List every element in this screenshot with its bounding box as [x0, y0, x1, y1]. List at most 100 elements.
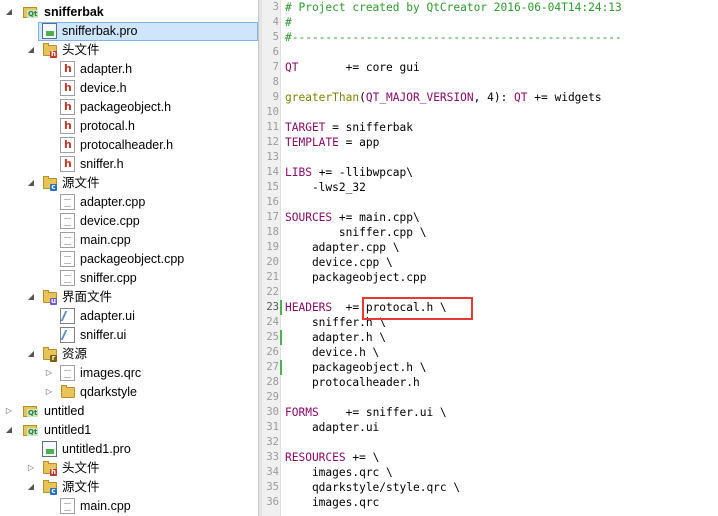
- tree-item[interactable]: untitled1.pro: [0, 440, 258, 459]
- tree-item[interactable]: ▷ untitled: [0, 402, 258, 421]
- expanded-arrow-icon[interactable]: ◢: [4, 7, 14, 17]
- header-file-icon: [60, 61, 75, 77]
- qrc-file-icon: [60, 365, 75, 381]
- code-line[interactable]: #: [285, 15, 292, 30]
- header-file-icon: [60, 80, 75, 96]
- header-file-icon: [60, 118, 75, 134]
- code-line[interactable]: #---------------------------------------…: [285, 30, 622, 45]
- code-line[interactable]: device.h \: [285, 345, 379, 360]
- collapsed-arrow-icon[interactable]: ▷: [26, 463, 36, 473]
- cpp-file-icon: [60, 232, 75, 248]
- expanded-arrow-icon[interactable]: ◢: [26, 45, 36, 55]
- expanded-arrow-icon[interactable]: ◢: [26, 292, 36, 302]
- code-line[interactable]: sniffer.cpp \: [285, 225, 427, 240]
- tree-item[interactable]: ◢ c 源文件: [0, 174, 258, 193]
- collapsed-arrow-icon[interactable]: ▷: [44, 387, 54, 397]
- code-line[interactable]: images.qrc \: [285, 465, 393, 480]
- code-line[interactable]: images.qrc: [285, 495, 379, 510]
- code-editor[interactable]: 3 4 5 6 7 8 9 10 11 12 13 14 15 16 17 18 19 20 21 22 23 24 25 2…: [262, 0, 718, 516]
- tree-item[interactable]: snifferbak.pro: [0, 22, 258, 41]
- tree-item-label: adapter.ui: [80, 309, 135, 323]
- code-line[interactable]: TEMPLATE = app: [285, 135, 379, 150]
- line-number: 21: [266, 271, 279, 283]
- line-number: 34: [266, 466, 279, 478]
- expanded-arrow-icon[interactable]: ◢: [26, 178, 36, 188]
- line-number: 6: [272, 46, 279, 58]
- code-line[interactable]: adapter.ui: [285, 420, 379, 435]
- line-number: 13: [266, 151, 279, 163]
- header-file-icon: [60, 137, 75, 153]
- tree-item-label: protocal.h: [80, 119, 135, 133]
- code-line[interactable]: qdarkstyle/style.qrc \: [285, 480, 460, 495]
- cpp-file-icon: [60, 213, 75, 229]
- tree-item[interactable]: device.h: [0, 79, 258, 98]
- tree-item[interactable]: main.cpp: [0, 497, 258, 516]
- line-number: 31: [266, 421, 279, 433]
- code-line[interactable]: packageobject.h \: [285, 360, 427, 375]
- code-line[interactable]: FORMS += sniffer.ui \: [285, 405, 447, 420]
- code-line[interactable]: packageobject.cpp: [285, 270, 427, 285]
- code-line[interactable]: device.cpp \: [285, 255, 393, 270]
- line-number: 26: [266, 346, 279, 358]
- tree-item[interactable]: protocal.h: [0, 117, 258, 136]
- tree-item[interactable]: packageobject.cpp: [0, 250, 258, 269]
- tree-item[interactable]: ◢ untitled1: [0, 421, 258, 440]
- code-line[interactable]: sniffer.h \: [285, 315, 386, 330]
- code-line[interactable]: adapter.cpp \: [285, 240, 400, 255]
- tree-item[interactable]: ◢ snifferbak: [0, 3, 258, 22]
- tree-item[interactable]: adapter.h: [0, 60, 258, 79]
- line-number: 14: [266, 166, 279, 178]
- code-line[interactable]: RESOURCES += \: [285, 450, 379, 465]
- line-number: 27: [266, 361, 279, 373]
- code-line[interactable]: -lws2_32: [285, 180, 366, 195]
- cpp-file-icon: [60, 498, 75, 514]
- headers-folder-icon: h: [42, 460, 57, 476]
- line-number: 12: [266, 136, 279, 148]
- expanded-arrow-icon[interactable]: ◢: [26, 482, 36, 492]
- code-line[interactable]: greaterThan(QT_MAJOR_VERSION, 4): QT += …: [285, 90, 602, 105]
- tree-item-label: 界面文件: [62, 290, 113, 304]
- tree-item[interactable]: device.cpp: [0, 212, 258, 231]
- tree-item[interactable]: main.cpp: [0, 231, 258, 250]
- line-number: 16: [266, 196, 279, 208]
- code-line[interactable]: # Project created by QtCreator 2016-06-0…: [285, 0, 622, 15]
- code-line[interactable]: protocalheader.h: [285, 375, 420, 390]
- tree-item[interactable]: sniffer.ui: [0, 326, 258, 345]
- code-line[interactable]: HEADERS += protocal.h \: [285, 300, 447, 315]
- line-number: 15: [266, 181, 279, 193]
- tree-item[interactable]: ◢ h 头文件: [0, 41, 258, 60]
- tree-item[interactable]: ▷ qdarkstyle: [0, 383, 258, 402]
- tree-item[interactable]: adapter.cpp: [0, 193, 258, 212]
- tree-item-label: main.cpp: [80, 233, 131, 247]
- expanded-arrow-icon[interactable]: ◢: [26, 349, 36, 359]
- tree-item[interactable]: sniffer.h: [0, 155, 258, 174]
- tree-item-label: snifferbak: [44, 5, 104, 19]
- tree-item[interactable]: packageobject.h: [0, 98, 258, 117]
- collapsed-arrow-icon[interactable]: ▷: [44, 368, 54, 378]
- tree-item-label: 头文件: [62, 461, 100, 475]
- tree-item[interactable]: ▷ h 头文件: [0, 459, 258, 478]
- code-line[interactable]: TARGET = snifferbak: [285, 120, 413, 135]
- tree-item[interactable]: adapter.ui: [0, 307, 258, 326]
- tree-item[interactable]: protocalheader.h: [0, 136, 258, 155]
- line-number: 23: [266, 301, 279, 313]
- line-number: 17: [266, 211, 279, 223]
- line-number: 35: [266, 481, 279, 493]
- tree-item[interactable]: ◢ r 资源: [0, 345, 258, 364]
- line-number: 33: [266, 451, 279, 463]
- tree-item[interactable]: sniffer.cpp: [0, 269, 258, 288]
- collapsed-arrow-icon[interactable]: ▷: [4, 406, 14, 416]
- line-number: 28: [266, 376, 279, 388]
- tree-item-label: 源文件: [62, 480, 100, 494]
- code-line[interactable]: SOURCES += main.cpp\: [285, 210, 420, 225]
- code-line[interactable]: QT += core gui: [285, 60, 420, 75]
- expanded-arrow-icon[interactable]: ◢: [4, 425, 14, 435]
- tree-item[interactable]: ▷ images.qrc: [0, 364, 258, 383]
- tree-item[interactable]: ◢ c 源文件: [0, 478, 258, 497]
- tree-item[interactable]: ◢ u 界面文件: [0, 288, 258, 307]
- code-line[interactable]: LIBS += -llibwpcap\: [285, 165, 413, 180]
- line-number: 30: [266, 406, 279, 418]
- project-tree[interactable]: ◢ snifferbak snifferbak.pro ◢ h 头文件 adapter.h d…: [0, 0, 258, 516]
- cpp-file-icon: [60, 194, 75, 210]
- code-line[interactable]: adapter.h \: [285, 330, 386, 345]
